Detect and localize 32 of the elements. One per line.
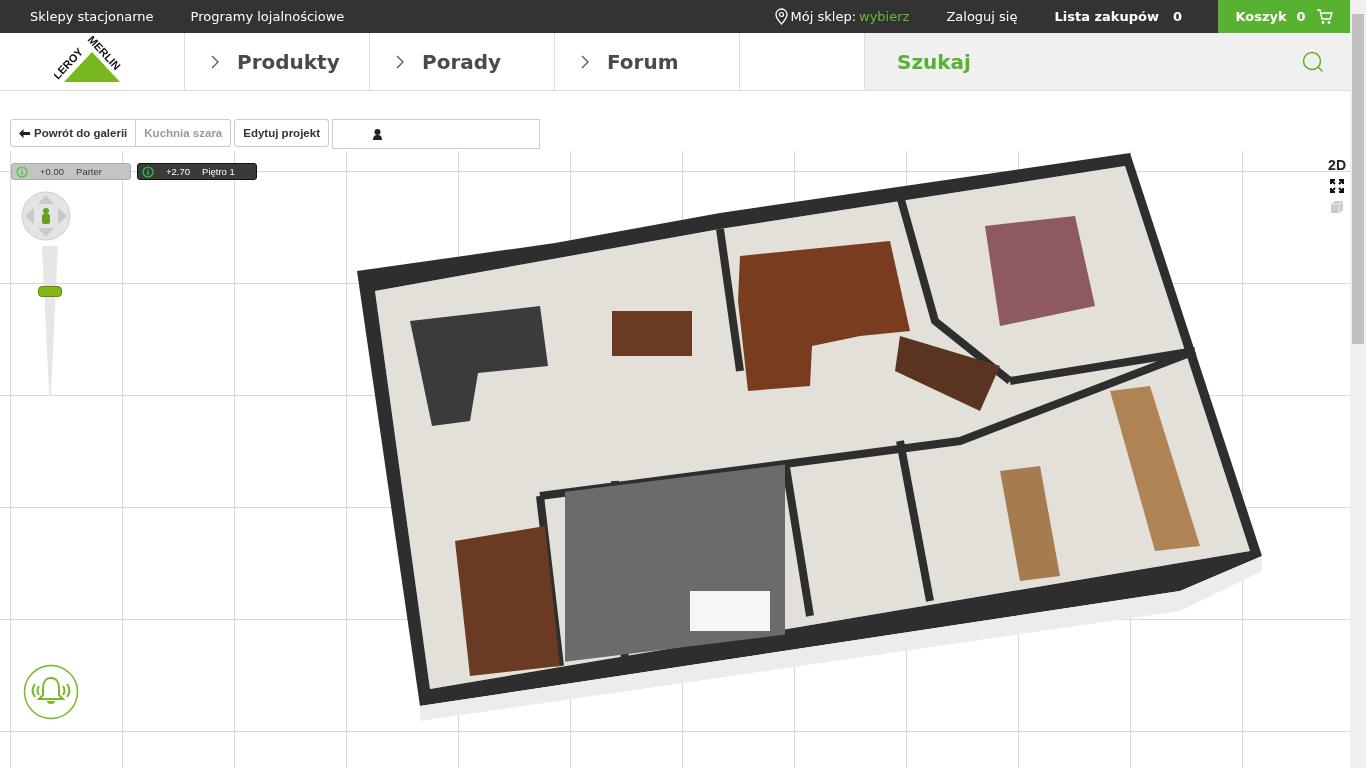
chevron-right-icon: [211, 54, 219, 69]
user-icon: [372, 128, 382, 140]
store-link[interactable]: Mój sklep: wybierz: [774, 8, 910, 25]
cube-icon[interactable]: [1329, 199, 1346, 215]
top-link[interactable]: Programy lojalnościowe: [190, 9, 345, 24]
nav-item[interactable]: Forum: [555, 33, 740, 90]
fullscreen-icon[interactable]: [1330, 179, 1345, 193]
edit-project-button[interactable]: Edytuj projekt: [234, 119, 329, 147]
nav-item[interactable]: Produkty: [185, 33, 370, 90]
search-field[interactable]: Szukaj: [895, 48, 1302, 75]
arrow-left-icon: [19, 128, 30, 138]
info-icon: [142, 165, 154, 178]
chevron-right-icon: [581, 54, 589, 69]
bell-button[interactable]: [23, 664, 79, 720]
search-icon[interactable]: [1302, 50, 1324, 73]
nav-item[interactable]: Porady: [370, 33, 555, 90]
login-link[interactable]: Zaloguj się: [946, 9, 1018, 24]
navigation-pad-icon[interactable]: [21, 191, 71, 241]
chevron-right-icon: [396, 54, 404, 69]
cart-icon: [1315, 8, 1333, 25]
floor-level-button[interactable]: +2.70 Piętro 1: [137, 163, 257, 180]
shopping-list-link[interactable]: Lista zakupów 0: [1054, 9, 1182, 24]
info-icon: [16, 165, 28, 178]
top-link[interactable]: Sklepy stacjonarne: [30, 9, 154, 24]
search-bar[interactable]: Szukaj: [865, 33, 1350, 90]
zoom-slider-thumb[interactable]: [38, 286, 62, 298]
location-pin-icon: [774, 8, 788, 25]
scrollbar-thumb[interactable]: [1352, 14, 1364, 344]
floor-level-button[interactable]: +0.00 Parter: [11, 163, 131, 180]
back-to-gallery-button[interactable]: Powrót do galerii: [10, 119, 137, 147]
view-mode-button[interactable]: 2D: [1328, 157, 1346, 173]
user-field[interactable]: [331, 119, 540, 149]
